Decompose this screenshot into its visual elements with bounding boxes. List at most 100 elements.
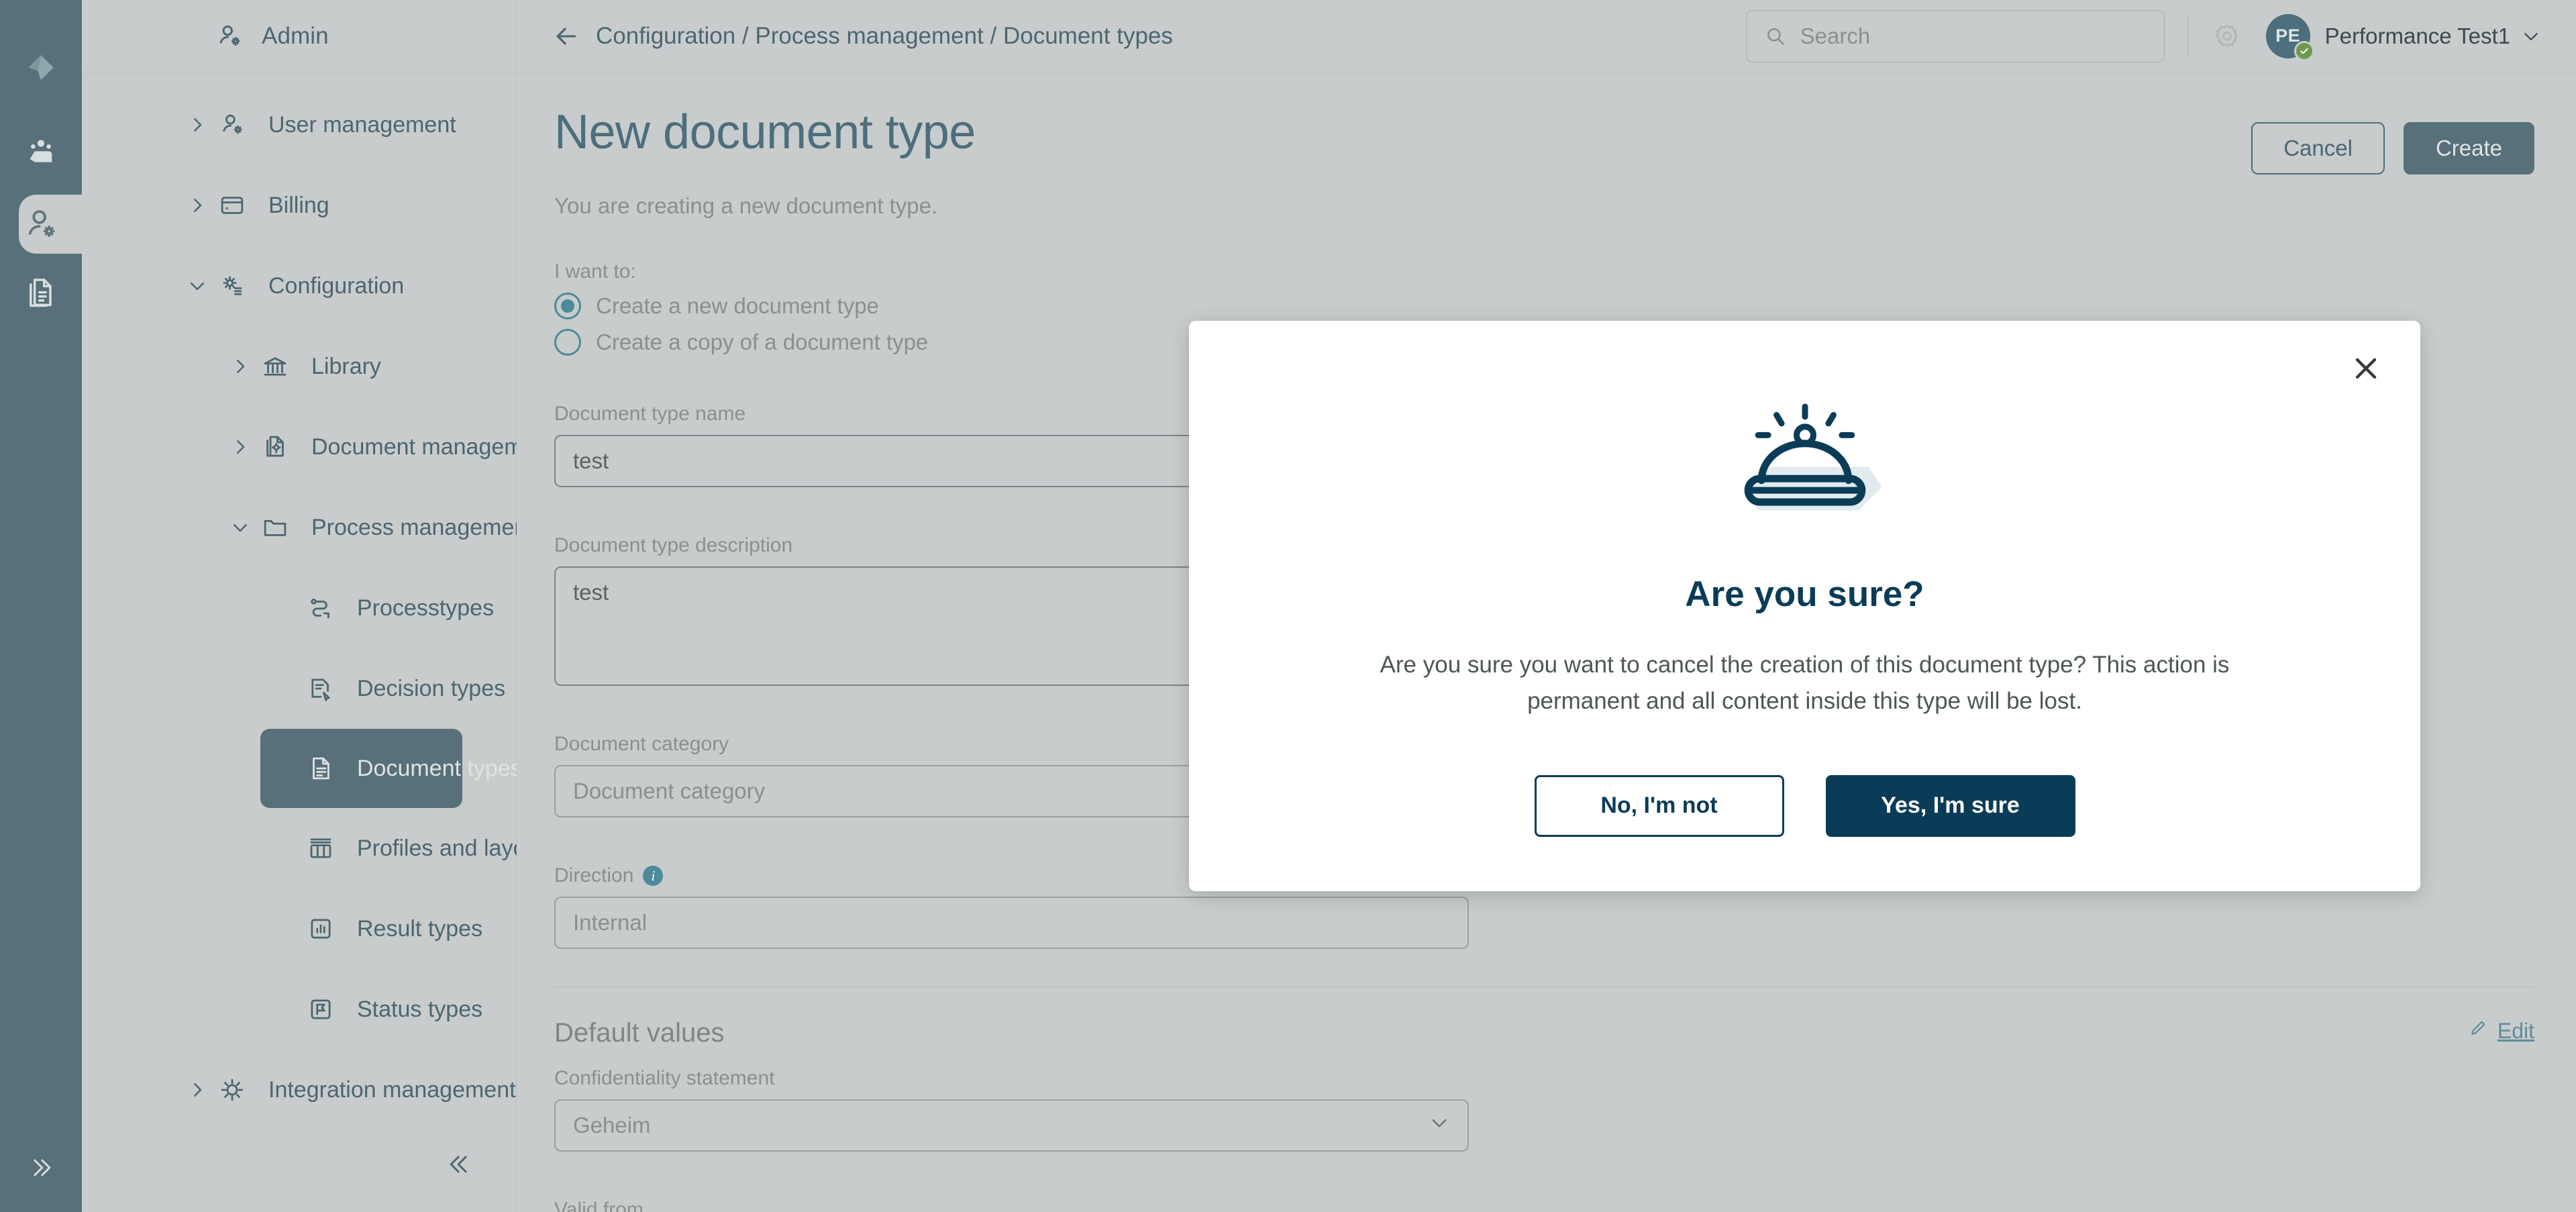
sidebar-item-document-types[interactable]: Document types — [260, 729, 462, 808]
sidebar-item-status-types[interactable]: Status types — [82, 969, 516, 1050]
modal-body-text: Are you sure you want to cancel the crea… — [1376, 647, 2234, 720]
select-value: Geheim — [573, 1113, 651, 1138]
field-label: Confidentiality statement — [554, 1067, 2534, 1090]
sidebar-item-billing[interactable]: Billing — [82, 165, 516, 246]
select-value: Document category — [573, 778, 765, 804]
chevron-right-icon[interactable] — [224, 356, 256, 376]
sidebar-item-configuration[interactable]: Configuration — [82, 246, 516, 326]
sidebar: Admin User management — [82, 0, 517, 1212]
sidebar-item-label: User management — [268, 112, 456, 138]
radio-create-new[interactable]: Create a new document type — [554, 293, 2534, 319]
flow-icon — [302, 594, 340, 622]
user-settings-icon — [215, 21, 244, 51]
rail-item-admin[interactable] — [0, 189, 82, 259]
topbar: Configuration / Process management / Doc… — [517, 0, 2576, 72]
breadcrumb[interactable]: Configuration / Process management / Doc… — [596, 23, 1173, 50]
sidebar-item-profiles-and-layout[interactable]: Profiles and layout — [82, 808, 516, 889]
chevron-right-icon[interactable] — [181, 1080, 213, 1100]
confirm-cancel-modal: Are you sure? Are you sure you want to c… — [1189, 321, 2420, 891]
arrow-left-icon[interactable] — [552, 21, 581, 51]
sidebar-item-library[interactable]: Library — [82, 326, 516, 407]
rail-item-documents[interactable] — [0, 259, 82, 329]
user-name[interactable]: Performance Test1 — [2325, 23, 2510, 49]
select-value: Internal — [573, 910, 647, 936]
folder-icon — [256, 513, 294, 542]
sidebar-item-label: Integration management — [268, 1077, 516, 1103]
chevron-right-icon[interactable] — [181, 195, 213, 215]
page-title: New document type — [554, 107, 976, 158]
chart-doc-icon — [302, 915, 340, 943]
field-label-text: Direction — [554, 864, 633, 887]
page-header: New document type Cancel Create — [554, 107, 2534, 174]
page-subtitle: You are creating a new document type. — [554, 193, 2534, 219]
food-cloche-icon — [1721, 393, 1889, 539]
cancel-button[interactable]: Cancel — [2251, 122, 2385, 174]
sidebar-item-integration-management[interactable]: Integration management — [82, 1050, 516, 1130]
field-label: Valid from — [554, 1199, 2534, 1212]
bank-icon — [256, 352, 294, 381]
rail-collapse-button[interactable] — [0, 1153, 82, 1182]
sidebar-item-label: Configuration — [268, 273, 404, 299]
radio-label: Create a new document type — [596, 293, 879, 319]
default-values-section: Default values Edit — [554, 987, 2534, 1048]
search-placeholder: Search — [1800, 23, 1871, 49]
page-actions: Cancel Create — [2251, 107, 2534, 174]
rail-item-team[interactable] — [0, 119, 82, 189]
sidebar-nav: User management Billing — [82, 72, 516, 1130]
sidebar-item-decision-types[interactable]: Decision types — [82, 648, 516, 729]
radio-button-on-icon[interactable] — [554, 293, 581, 319]
field-confidentiality-statement: Confidentiality statement Geheim — [554, 1067, 2534, 1152]
confidentiality-statement-select[interactable]: Geheim — [554, 1099, 1469, 1152]
field-valid-from: Valid from 10/13/2023 — [554, 1199, 2534, 1212]
sidebar-item-processtypes[interactable]: Processtypes — [82, 568, 516, 648]
flag-box-icon — [302, 995, 340, 1023]
sidebar-item-process-management[interactable]: Process management — [82, 487, 516, 568]
topbar-right: Search PE Performance Test1 — [1746, 10, 2541, 62]
info-icon[interactable]: i — [643, 866, 663, 886]
chevron-down-icon[interactable] — [224, 517, 256, 538]
sidebar-item-label: Process management — [311, 515, 533, 541]
direction-select[interactable]: Internal — [554, 897, 1469, 949]
close-icon[interactable] — [2342, 345, 2389, 392]
sidebar-item-label: Processtypes — [357, 595, 494, 621]
sidebar-item-label: Billing — [268, 193, 329, 219]
radio-label: Create a copy of a document type — [596, 330, 928, 355]
i-want-to-label: I want to: — [554, 260, 2534, 283]
chevron-right-icon[interactable] — [224, 437, 256, 457]
sidebar-item-label: Decision types — [357, 676, 505, 702]
yes-im-sure-button[interactable]: Yes, I'm sure — [1826, 775, 2075, 837]
modal-actions: No, I'm not Yes, I'm sure — [1535, 775, 2075, 837]
status-badge — [2294, 41, 2314, 61]
edit-link[interactable]: Edit — [2468, 1018, 2534, 1044]
sidebar-item-label: Result types — [357, 916, 482, 942]
sidebar-item-user-management[interactable]: User management — [82, 85, 516, 165]
user-settings-icon — [213, 111, 251, 139]
sidebar-item-label: Document types — [357, 756, 522, 782]
card-icon — [213, 191, 251, 219]
doc-gear-icon — [256, 433, 294, 461]
sidebar-collapse-button[interactable] — [445, 1150, 474, 1182]
layout-icon — [302, 834, 340, 862]
chevron-right-icon[interactable] — [181, 115, 213, 135]
modal-title: Are you sure? — [1685, 574, 1924, 615]
document-icon — [302, 754, 340, 782]
radio-button-off-icon[interactable] — [554, 329, 581, 356]
app-logo-icon[interactable] — [0, 19, 82, 119]
edit-link-label: Edit — [2497, 1019, 2534, 1044]
gear-icon[interactable] — [2211, 20, 2243, 52]
search-input[interactable]: Search — [1746, 10, 2165, 62]
no-im-not-button[interactable]: No, I'm not — [1535, 775, 1784, 837]
section-title: Default values — [554, 1018, 724, 1048]
create-button[interactable]: Create — [2404, 122, 2534, 174]
main-content: Configuration / Process management / Doc… — [517, 0, 2576, 1212]
sidebar-item-result-types[interactable]: Result types — [82, 889, 516, 969]
avatar[interactable]: PE — [2266, 14, 2310, 58]
chevron-down-icon[interactable] — [181, 276, 213, 296]
sidebar-item-label: Library — [311, 354, 381, 380]
app-root: Admin User management — [0, 0, 2576, 1212]
sidebar-header: Admin — [82, 0, 516, 72]
chevron-down-icon — [1429, 1112, 1450, 1139]
chevron-down-icon[interactable] — [2521, 26, 2541, 46]
sidebar-header-label: Admin — [262, 23, 329, 50]
sidebar-item-document-management[interactable]: Document management — [82, 407, 516, 487]
